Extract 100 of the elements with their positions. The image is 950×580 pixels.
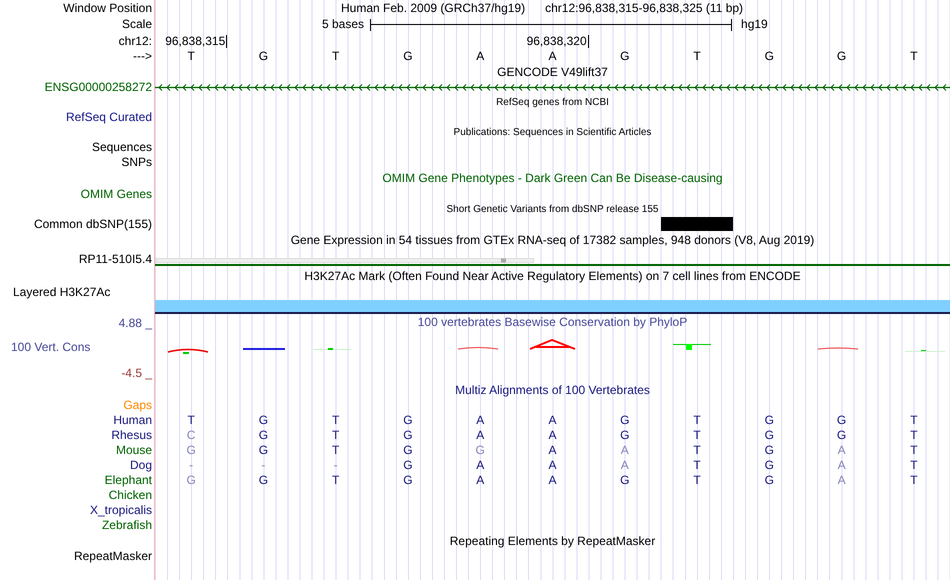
track-title: OMIM Gene Phenotypes - Dark Green Can Be Disease-causing xyxy=(382,171,723,185)
aligned-base: G xyxy=(476,443,485,458)
aligned-base: G xyxy=(403,473,413,488)
aligned-base: T xyxy=(693,443,701,458)
track-label[interactable]: Layered H3K27Ac xyxy=(13,285,110,300)
base-letter: T xyxy=(187,49,195,64)
aligned-base: G xyxy=(620,473,630,488)
aligned-base: G xyxy=(764,443,774,458)
aligned-base: A xyxy=(548,458,556,473)
track-label[interactable]: RP11-510I5.4 xyxy=(78,252,152,267)
aligned-base: G xyxy=(403,413,413,428)
aligned-base: T xyxy=(332,428,340,443)
species-label[interactable]: Elephant xyxy=(104,473,152,488)
aligned-base: A xyxy=(476,458,484,473)
aligned-base: T xyxy=(693,413,701,428)
aligned-base: A xyxy=(838,443,846,458)
aligned-base: A xyxy=(838,473,846,488)
aligned-base: G xyxy=(836,413,846,428)
aligned-base: T xyxy=(693,458,701,473)
coordinate-tick: 96,838,315 xyxy=(165,35,228,48)
species-label[interactable]: Chicken xyxy=(108,488,152,503)
aligned-base: G xyxy=(403,458,413,473)
base-letter: G xyxy=(836,49,846,64)
aligned-base: G xyxy=(258,443,268,458)
aligned-base: - xyxy=(189,458,194,473)
aligned-base: A xyxy=(838,458,846,473)
aligned-base: T xyxy=(187,413,195,428)
track-label[interactable]: OMIM Genes xyxy=(80,187,152,202)
species-label[interactable]: X_tropicalis xyxy=(90,503,152,518)
aligned-base: T xyxy=(332,473,340,488)
species-label[interactable]: Human xyxy=(113,413,152,428)
genome-name: hg19 xyxy=(741,16,768,33)
position-range: chr12:96,838,315-96,838,325 (11 bp) xyxy=(545,0,744,16)
track-title: Publications: Sequences in Scientific Articles xyxy=(454,127,652,138)
axis-min-label: -4.5 _ xyxy=(120,365,152,381)
track-label[interactable]: ENSG00000258272 xyxy=(44,80,152,95)
track-label[interactable]: RepeatMasker xyxy=(74,549,152,564)
aligned-base: A xyxy=(476,473,484,488)
aligned-base: A xyxy=(548,413,556,428)
track-title: 100 vertebrates Basewise Conservation by PhyloP xyxy=(418,315,688,329)
base-letter: G xyxy=(620,49,630,64)
track-label[interactable]: RefSeq Curated xyxy=(66,110,152,125)
aligned-base: A xyxy=(476,428,484,443)
track-title: Gene Expression in 54 tissues from GTEx RNA-seq of 17382 samples, 948 donors (V8, Aug 2019) xyxy=(290,233,814,247)
track-title: Repeating Elements by RepeatMasker xyxy=(450,534,656,548)
aligned-base: G xyxy=(620,413,630,428)
aligned-base: G xyxy=(764,428,774,443)
aligned-base: A xyxy=(548,443,556,458)
base-letter: G xyxy=(258,49,268,64)
track-title: GENCODE V49lift37 xyxy=(497,65,608,79)
assembly-title: Human Feb. 2009 (GRCh37/hg19) xyxy=(341,0,526,16)
aligned-base: T xyxy=(910,413,918,428)
aligned-base: C xyxy=(186,428,196,443)
species-label[interactable]: Mouse xyxy=(116,443,152,458)
coordinate-tick: 96,838,320 xyxy=(526,35,589,48)
axis-max-label: 4.88 _ xyxy=(118,315,152,331)
base-letter: G xyxy=(764,49,774,64)
aligned-base: A xyxy=(548,473,556,488)
aligned-base: T xyxy=(910,473,918,488)
aligned-base: G xyxy=(258,413,268,428)
species-label[interactable]: Zebrafish xyxy=(102,518,152,533)
aligned-base: A xyxy=(548,428,556,443)
base-letter: T xyxy=(332,49,340,64)
aligned-base: A xyxy=(620,458,629,473)
aligned-base: A xyxy=(476,413,484,428)
track-label[interactable]: 100 Vert. Cons xyxy=(0,339,152,355)
track-label[interactable]: SNPs xyxy=(121,155,152,170)
base-letter: A xyxy=(548,49,556,64)
aligned-base: G xyxy=(620,428,630,443)
row-label: chr12: xyxy=(118,33,152,49)
aligned-base: A xyxy=(620,443,629,458)
row-label: Window Position xyxy=(63,0,152,16)
aligned-base: T xyxy=(332,413,340,428)
aligned-base: G xyxy=(764,458,774,473)
base-letter: T xyxy=(910,49,918,64)
track-title: RefSeq genes from NCBI xyxy=(496,97,609,108)
track-label[interactable]: Common dbSNP(155) xyxy=(34,217,152,232)
base-letter: G xyxy=(403,49,413,64)
scale-length: 5 bases xyxy=(322,16,364,33)
base-letter: T xyxy=(693,49,701,64)
aligned-base: G xyxy=(186,473,196,488)
aligned-base: G xyxy=(403,428,413,443)
aligned-base: G xyxy=(836,428,846,443)
track-title: H3K27Ac Mark (Often Found Near Active Regulatory Elements) on 7 cell lines from ENCODE xyxy=(304,269,801,283)
aligned-base: T xyxy=(910,443,918,458)
track-label[interactable]: Sequences xyxy=(92,140,152,155)
species-label[interactable]: Rhesus xyxy=(111,428,152,443)
base-letter: A xyxy=(476,49,484,64)
aligned-base: T xyxy=(910,428,918,443)
aligned-base: G xyxy=(258,428,268,443)
strand-label: ---> xyxy=(133,49,152,64)
species-label[interactable]: Dog xyxy=(130,458,152,473)
aligned-base: T xyxy=(693,428,701,443)
row-label: Scale xyxy=(122,16,152,33)
aligned-base: G xyxy=(186,443,196,458)
aligned-base: - xyxy=(334,458,338,473)
aligned-base: T xyxy=(332,443,340,458)
aligned-base: G xyxy=(258,473,268,488)
aligned-base: - xyxy=(261,458,266,473)
aligned-base: G xyxy=(764,473,774,488)
